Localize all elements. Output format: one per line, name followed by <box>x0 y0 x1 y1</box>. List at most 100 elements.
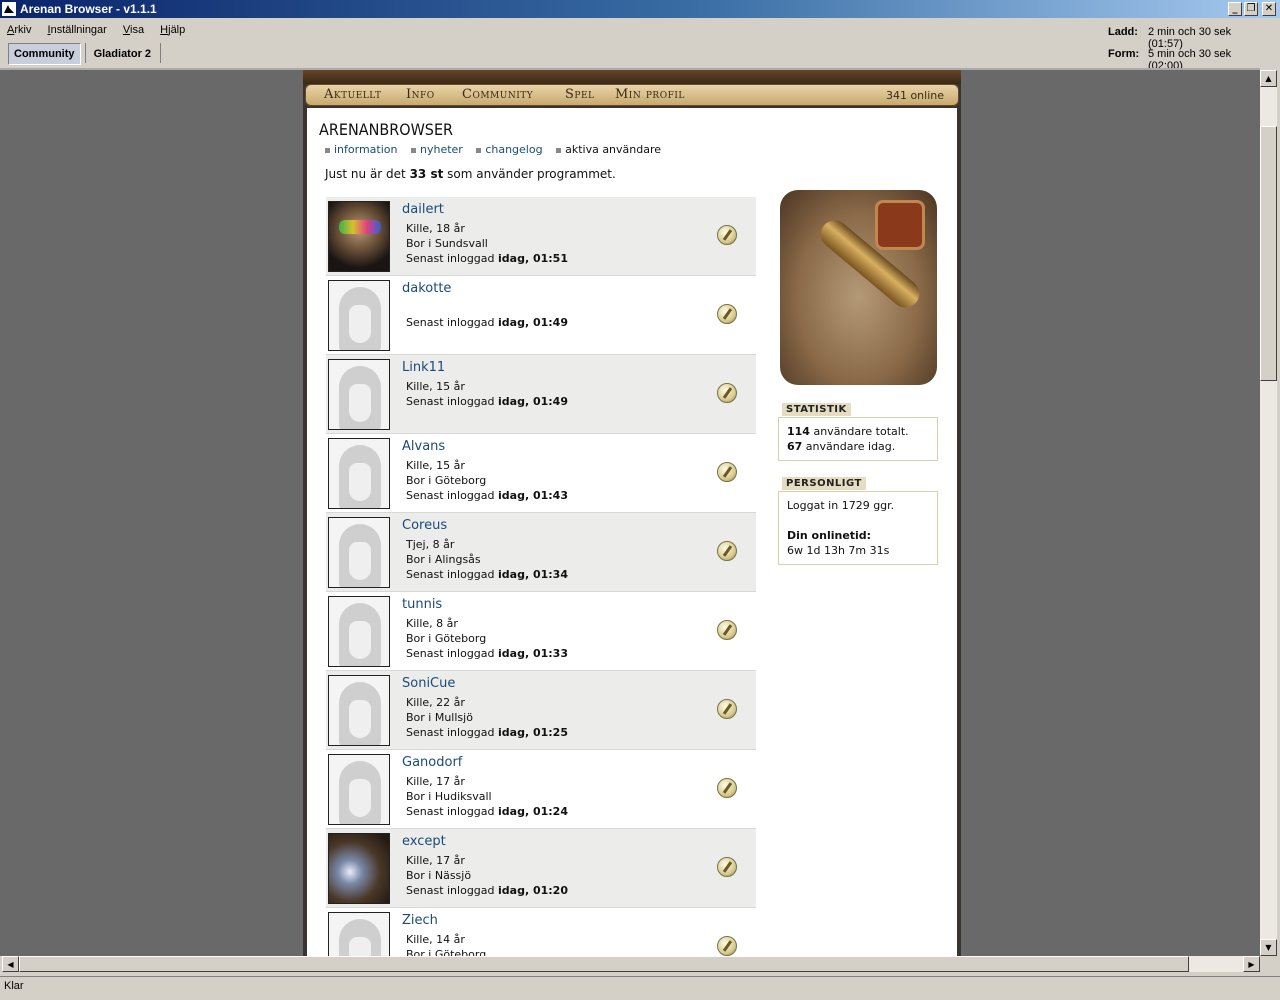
intro-suffix: som använder programmet. <box>443 167 616 181</box>
nav-aktuellt[interactable]: Aktuellt <box>324 87 382 102</box>
horizontal-scrollbar[interactable]: ◀ ▶ <box>2 956 1260 972</box>
user-last-login: Senast inloggad idag, 01:43 <box>406 489 568 502</box>
status-text: Klar <box>4 980 24 992</box>
minimize-button[interactable]: _ <box>1228 2 1242 16</box>
nav-community[interactable]: Community <box>462 87 533 102</box>
nav-min-profil[interactable]: Min profil <box>615 87 685 102</box>
user-detail: Kille, 8 år <box>406 617 458 630</box>
write-message-icon[interactable] <box>717 541 737 561</box>
maximize-button[interactable]: ❐ <box>1244 2 1258 16</box>
user-name-link[interactable]: tunnis <box>402 597 442 612</box>
user-avatar[interactable] <box>328 201 390 272</box>
user-detail: Kille, 15 år <box>406 459 465 472</box>
horizontal-scroll-thumb[interactable] <box>19 956 1189 972</box>
user-name-link[interactable]: except <box>402 834 446 849</box>
user-detail: Kille, 14 år <box>406 933 465 946</box>
menu-arkiv[interactable]: Arkiv <box>0 20 37 40</box>
stats-today: 67 användare idag. <box>787 439 929 454</box>
intro-text: Just nu är det 33 st som använder progra… <box>325 167 616 181</box>
vertical-scrollbar[interactable]: ▲ ▼ <box>1260 70 1277 956</box>
stats-total-number: 114 <box>787 425 810 438</box>
write-message-icon[interactable] <box>717 936 737 956</box>
user-name-link[interactable]: dailert <box>402 202 444 217</box>
intro-count: 33 st <box>409 167 444 181</box>
user-name-link[interactable]: Alvans <box>402 439 445 454</box>
last-login-time: idag, 01:34 <box>498 568 568 581</box>
user-avatar[interactable] <box>328 596 390 667</box>
write-message-icon[interactable] <box>717 225 737 245</box>
scroll-left-button[interactable]: ◀ <box>2 956 19 972</box>
tab-community[interactable]: Community <box>8 43 81 65</box>
timer-label: Ladd: <box>1108 26 1138 38</box>
last-login-prefix: Senast inloggad <box>406 884 499 897</box>
user-last-login: Senast inloggad idag, 01:51 <box>406 252 568 265</box>
last-login-time: idag, 01:25 <box>498 726 568 739</box>
vertical-scroll-thumb[interactable] <box>1260 126 1277 381</box>
write-message-icon[interactable] <box>717 462 737 482</box>
user-name-link[interactable]: Ganodorf <box>402 755 462 770</box>
sub-navigation: information nyheter changelog aktiva anv… <box>325 143 671 156</box>
user-avatar[interactable] <box>328 438 390 509</box>
timer-value: 2 min och 30 sek (01:57) <box>1148 26 1232 50</box>
nav-spel[interactable]: Spel <box>565 87 595 102</box>
user-avatar[interactable] <box>328 675 390 746</box>
write-message-icon[interactable] <box>717 778 737 798</box>
user-row: Alvans Kille, 15 år Bor i Göteborg Senast i… <box>326 434 756 513</box>
last-login-time: idag, 01:24 <box>498 805 568 818</box>
user-name-link[interactable]: Ziech <box>402 913 438 928</box>
scroll-down-button[interactable]: ▼ <box>1260 939 1277 956</box>
timer-label: Form: <box>1108 48 1140 60</box>
sublink-aktiva-anvandare[interactable]: aktiva användare <box>556 143 661 156</box>
stats-total: 114 användare totalt. <box>787 424 929 439</box>
online-count: 341 online <box>885 89 944 102</box>
last-login-prefix: Senast inloggad <box>406 568 499 581</box>
write-message-icon[interactable] <box>717 857 737 877</box>
user-name-link[interactable]: SoniCue <box>402 676 455 691</box>
user-list: dailert Kille, 18 år Bor i Sundsvall Senast… <box>326 197 756 956</box>
scroll-up-button[interactable]: ▲ <box>1260 70 1277 87</box>
last-login-prefix: Senast inloggad <box>406 395 499 408</box>
status-bar: Klar <box>0 976 1280 1000</box>
user-name-link[interactable]: Link11 <box>402 360 445 375</box>
user-detail: Bor i Göteborg <box>406 474 487 487</box>
user-avatar[interactable] <box>328 280 390 351</box>
user-detail: Bor i Göteborg <box>406 632 487 645</box>
user-avatar[interactable] <box>328 754 390 825</box>
write-message-icon[interactable] <box>717 304 737 324</box>
close-button[interactable]: ✕ <box>1262 2 1276 16</box>
user-avatar[interactable] <box>328 359 390 430</box>
last-login-prefix: Senast inloggad <box>406 726 499 739</box>
online-time-label: Din onlinetid: <box>787 529 872 542</box>
menu-bar: Arkiv Inställningar Visa Hjälp <box>0 20 700 42</box>
user-last-login: Senast inloggad idag, 01:49 <box>406 395 568 408</box>
user-name-link[interactable]: Coreus <box>402 518 447 533</box>
sublink-label: aktiva användare <box>565 143 662 156</box>
user-last-login: Senast inloggad idag, 01:24 <box>406 805 568 818</box>
sublink-label: changelog <box>485 143 543 156</box>
user-detail: Bor i Mullsjö <box>406 711 473 724</box>
nav-info[interactable]: Info <box>406 87 435 102</box>
write-message-icon[interactable] <box>717 620 737 640</box>
menu-hjalp[interactable]: Hjälp <box>153 20 191 40</box>
timers-panel: Ladd: 2 min och 30 sek (01:57) Form: 5 m… <box>1108 26 1268 72</box>
menu-visa[interactable]: Visa <box>116 20 150 40</box>
user-avatar[interactable] <box>328 517 390 588</box>
user-detail: Bor i Nässjö <box>406 869 472 882</box>
user-name-link[interactable]: dakotte <box>402 281 451 296</box>
user-avatar[interactable] <box>328 833 390 904</box>
write-message-icon[interactable] <box>717 383 737 403</box>
timer-ladd: Ladd: 2 min och 30 sek (01:57) <box>1108 26 1268 50</box>
user-avatar[interactable] <box>328 912 390 956</box>
tab-gladiator-2[interactable]: Gladiator 2 <box>89 44 156 66</box>
user-detail: Tjej, 8 år <box>406 538 455 551</box>
sublink-information[interactable]: information <box>325 143 398 156</box>
web-page: Aktuellt Info Community Spel Min profil … <box>303 70 961 956</box>
menu-installningar[interactable]: Inställningar <box>41 20 113 40</box>
sublink-changelog[interactable]: changelog <box>476 143 543 156</box>
write-message-icon[interactable] <box>717 699 737 719</box>
bullet-icon <box>476 147 482 153</box>
stats-today-number: 67 <box>787 440 803 453</box>
sublink-label: nyheter <box>420 143 463 156</box>
scroll-right-button[interactable]: ▶ <box>1243 956 1260 972</box>
sublink-nyheter[interactable]: nyheter <box>411 143 463 156</box>
